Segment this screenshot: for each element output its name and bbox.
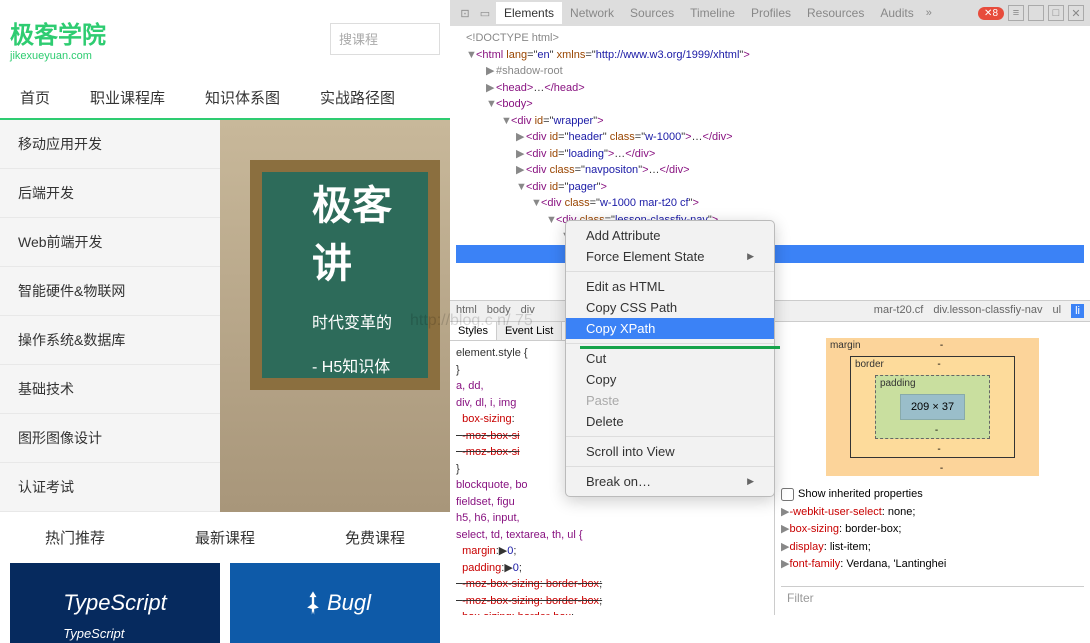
ctx-cut[interactable]: Cut	[566, 348, 774, 369]
sidebar-item[interactable]: Web前端开发	[0, 218, 220, 267]
sidebar-item[interactable]: 操作系统&数据库	[0, 316, 220, 365]
hero-sub2: - H5知识体	[312, 353, 428, 377]
ctx-copy-css[interactable]: Copy CSS Path	[566, 297, 774, 318]
eventlist-tab[interactable]: Event List	[497, 322, 562, 340]
drawer-icon[interactable]: ≡	[1008, 5, 1024, 21]
sidebar-item[interactable]: 图形图像设计	[0, 414, 220, 463]
annotation-underline	[580, 346, 780, 349]
device-icon[interactable]: ▭	[476, 4, 494, 22]
main-nav: 首页 职业课程库 知识体系图 实战路径图	[0, 77, 450, 120]
computed-panel: margin- border- padding 209 × 37 - - - S…	[775, 322, 1090, 615]
search-placeholder: 搜课程	[339, 29, 378, 48]
nav-path[interactable]: 实战路径图	[300, 87, 415, 108]
logo-cn: 极客学院	[10, 15, 106, 50]
tab-new[interactable]: 最新课程	[150, 527, 300, 548]
ctx-copy-xpath[interactable]: Copy XPath	[566, 318, 774, 339]
tab-free[interactable]: 免费课程	[300, 527, 450, 548]
nav-home[interactable]: 首页	[0, 87, 70, 108]
ctx-add-attribute[interactable]: Add Attribute	[566, 225, 774, 246]
ctx-scroll[interactable]: Scroll into View	[566, 441, 774, 462]
filter-input[interactable]: Filter	[781, 586, 1084, 609]
header: 极客学院 jikexueyuan.com 搜课程	[0, 0, 450, 77]
blackboard: 极客讲 时代变革的 - H5知识体	[250, 160, 440, 390]
tab-profiles[interactable]: Profiles	[743, 2, 799, 24]
tab-elements[interactable]: Elements	[496, 2, 562, 24]
course-tabs: 热门推荐 最新课程 免费课程	[0, 512, 450, 563]
box-model[interactable]: margin- border- padding 209 × 37 - - -	[826, 338, 1039, 476]
inspect-icon[interactable]: ⊡	[456, 4, 474, 22]
ctx-delete[interactable]: Delete	[566, 411, 774, 432]
tab-audits[interactable]: Audits	[872, 2, 921, 24]
styles-tab[interactable]: Styles	[450, 322, 497, 340]
tab-timeline[interactable]: Timeline	[682, 2, 743, 24]
tab-sources[interactable]: Sources	[622, 2, 682, 24]
website-panel: 极客学院 jikexueyuan.com 搜课程 首页 职业课程库 知识体系图 …	[0, 0, 450, 615]
bird-icon	[299, 589, 327, 617]
dock-icon[interactable]: □	[1048, 5, 1064, 21]
error-badge[interactable]: ✕8	[978, 7, 1004, 20]
course-cards: TypeScript TypeScript Bugl	[0, 563, 450, 643]
sidebar: 移动应用开发 后端开发 Web前端开发 智能硬件&物联网 操作系统&数据库 基础…	[0, 120, 220, 512]
logo[interactable]: 极客学院 jikexueyuan.com	[10, 15, 106, 62]
hero-title: 极客讲	[312, 173, 428, 289]
sidebar-item[interactable]: 后端开发	[0, 169, 220, 218]
tab-resources[interactable]: Resources	[799, 2, 872, 24]
card-bugly[interactable]: Bugl	[230, 563, 440, 643]
content: 移动应用开发 后端开发 Web前端开发 智能硬件&物联网 操作系统&数据库 基础…	[0, 120, 450, 512]
tab-network[interactable]: Network	[562, 2, 622, 24]
hero-banner[interactable]: 极客讲 时代变革的 - H5知识体	[220, 120, 450, 512]
context-menu: Add Attribute Force Element State Edit a…	[565, 220, 775, 497]
ctx-edit-html[interactable]: Edit as HTML	[566, 276, 774, 297]
tab-hot[interactable]: 热门推荐	[0, 527, 150, 548]
devtools-toolbar: ⊡ ▭ Elements Network Sources Timeline Pr…	[450, 0, 1090, 26]
settings-icon[interactable]	[1028, 5, 1044, 21]
logo-en: jikexueyuan.com	[10, 50, 106, 62]
ctx-force-state[interactable]: Force Element State	[566, 246, 774, 267]
hero-sub1: 时代变革的	[312, 309, 428, 333]
search-input[interactable]: 搜课程	[330, 23, 440, 55]
ctx-copy[interactable]: Copy	[566, 369, 774, 390]
nav-courses[interactable]: 职业课程库	[70, 87, 185, 108]
sidebar-item[interactable]: 智能硬件&物联网	[0, 267, 220, 316]
close-icon[interactable]: ✕	[1068, 5, 1084, 21]
sidebar-item[interactable]: 基础技术	[0, 365, 220, 414]
show-inherited-checkbox[interactable]: Show inherited properties	[781, 486, 1084, 504]
card-typescript[interactable]: TypeScript TypeScript	[10, 563, 220, 643]
sidebar-item[interactable]: 移动应用开发	[0, 120, 220, 169]
ctx-break[interactable]: Break on…	[566, 471, 774, 492]
sidebar-item[interactable]: 认证考试	[0, 463, 220, 512]
nav-knowledge[interactable]: 知识体系图	[185, 87, 300, 108]
ctx-paste[interactable]: Paste	[566, 390, 774, 411]
